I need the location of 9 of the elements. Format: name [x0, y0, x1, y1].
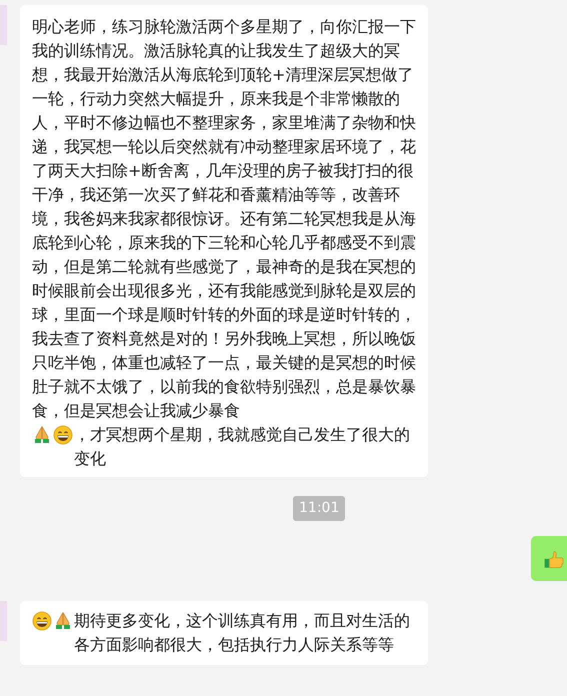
thumbs-up-emoji-icon [543, 548, 565, 570]
message-text: ，才冥想两个星期，我就感觉自己发生了很大的变化 [74, 424, 411, 470]
message-text: 明心老师，练习脉轮激活两个多星期了，向你汇报一下我的训练情况。激活脉轮真的让我发生了超级大的冥想，我最开始激活从海底轮到顶轮+清理深层冥想做了一轮，行动力突然大幅提升，原来我是个非常懒散的人，平时不修边幅也不整理家务，家里堆满了杂物和快递，我冥想一轮以后突然就有冲动整理家居环境了，花了两天大扫除+断舍离，几年没理的房子被我打扫的很干净，我还第一次买了鲜花和香薰精油等等，改善环境，我爸妈来我家都很惊讶。还有第二轮冥想我是从海底轮到心轮，原来我的下三轮和心轮几乎都感受不到震动，但是第二轮就有些感觉了，最神奇的是我在冥想的时候眼前会出现很多光，还有我能感觉到脉轮是双层的球，里面一个球是顺时针转的外面的球是逆时针转的，我去查了资料竟然是对的！另外我晚上冥想，所以晚饭只吃半饱，体重也减轻了一点，最关键的是冥想的时候肚子就不太饿了，以前我的食欲特别强烈，总是暴饮暴食，但是冥想会让我减少暴食 [32, 16, 417, 422]
grinning-face-emoji-icon [32, 611, 52, 631]
grinning-face-emoji-icon [53, 425, 73, 445]
praying-hands-emoji-icon [53, 611, 73, 631]
timestamp: 11:01 [293, 496, 346, 521]
message-text: 期待更多变化，这个训练真有用，而且对生活的各方面影响都很大，包括执行力人际关系等等 [74, 610, 411, 656]
praying-hands-emoji-icon [32, 425, 52, 445]
